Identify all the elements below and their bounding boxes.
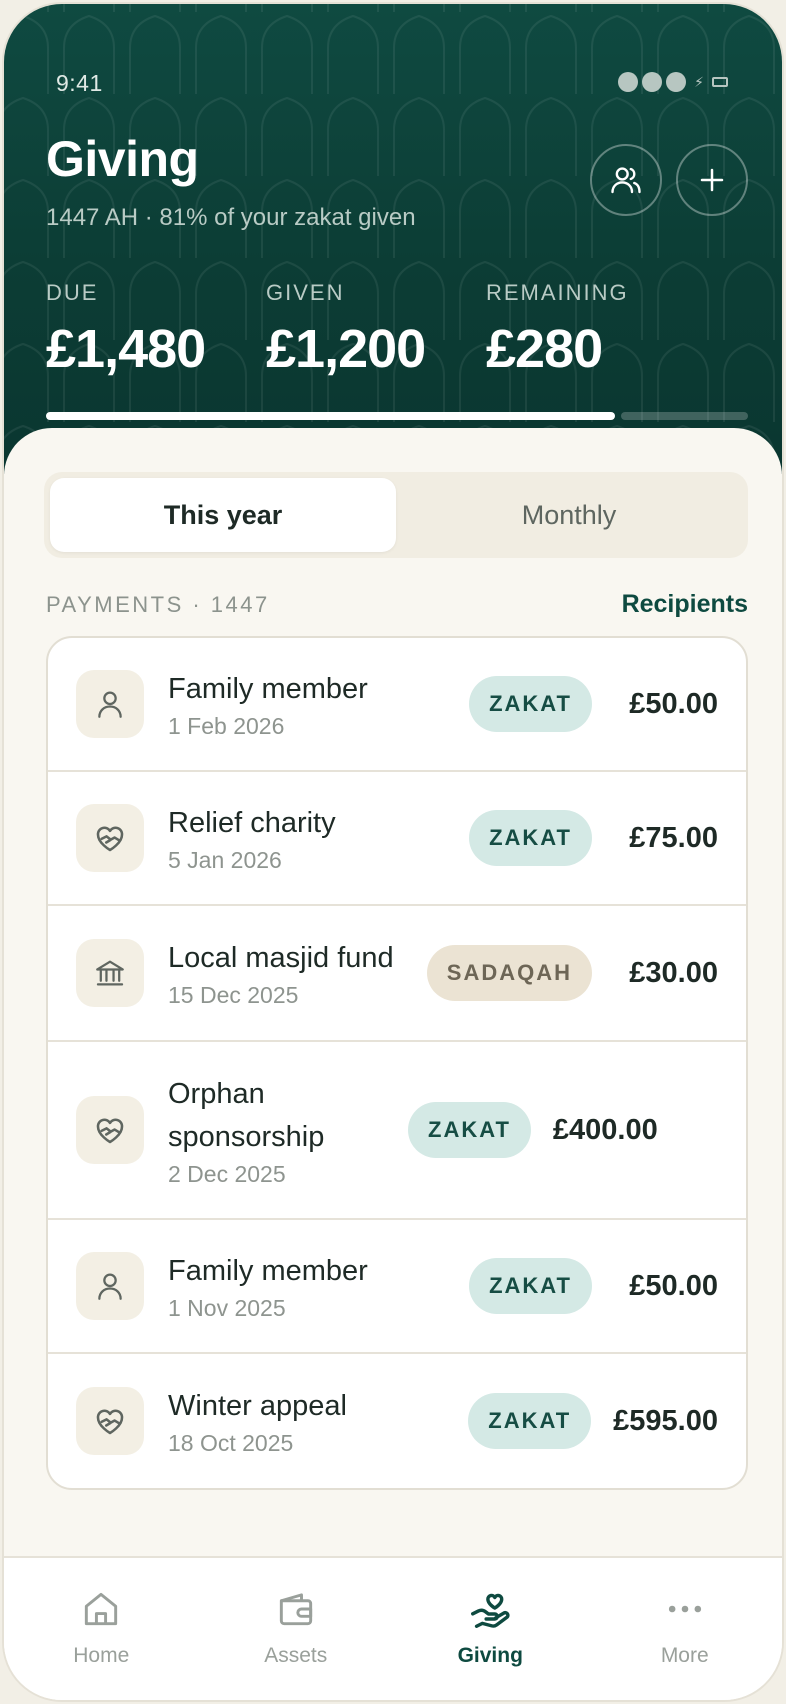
nav-assets[interactable]: Assets (199, 1558, 394, 1700)
payment-row[interactable]: Family member 1 Nov 2025 ZAKAT £50.00 (48, 1220, 746, 1354)
stat-value: £280 (486, 319, 603, 379)
payment-date: 5 Jan 2026 (168, 847, 282, 873)
recipient-icon-box (76, 1252, 144, 1320)
nav-more[interactable]: More (588, 1558, 783, 1700)
recipient-icon-box (76, 1387, 144, 1455)
heart-hand-icon (92, 820, 128, 856)
payment-text: Family member 1 Nov 2025 (168, 1250, 469, 1322)
payment-row[interactable]: Orphan sponsorship 2 Dec 2025 ZAKAT £400.00 (48, 1042, 746, 1220)
recipient-name: Relief charity (168, 807, 336, 839)
stat-value: £1,480 (46, 319, 206, 379)
payment-amount: £30.00 (629, 956, 718, 989)
recipient-name: Orphan sponsorship (168, 1077, 325, 1153)
signal-dot-icon (666, 72, 687, 92)
payment-amount: £400.00 (552, 1113, 658, 1146)
recipient-icon-box (76, 670, 144, 738)
recipient-icon-box (76, 939, 144, 1007)
stat-given: GIVEN £1,200 (266, 280, 486, 380)
progress-fill (46, 412, 615, 420)
tab-monthly[interactable]: Monthly (396, 478, 742, 552)
content-sheet: This year Monthly PAYMENTS · 1447 Recipi… (4, 428, 782, 1700)
section-header: PAYMENTS · 1447 Recipients (46, 590, 748, 619)
status-indicators: ⚡ (618, 72, 728, 92)
stat-label: REMAINING (486, 280, 629, 305)
payment-type-badge: ZAKAT (469, 810, 592, 866)
zakat-stats: DUE £1,480 GIVEN £1,200 REMAINING £280 (46, 280, 706, 380)
stat-remaining: REMAINING £280 (486, 280, 706, 380)
payment-text: Local masjid fund 15 Dec 2025 (168, 937, 427, 1009)
nav-giving[interactable]: Giving (393, 1558, 588, 1700)
header: 9:41 ⚡ Giving 1447 AH · 81% of your zaka… (4, 4, 782, 474)
add-payment-button[interactable] (676, 144, 748, 216)
recipient-icon-box (76, 1096, 144, 1164)
phone-screen: 9:41 ⚡ Giving 1447 AH · 81% of your zaka… (2, 2, 784, 1702)
payment-row[interactable]: Relief charity 5 Jan 2026 ZAKAT £75.00 (48, 772, 746, 906)
payment-type-badge: ZAKAT (468, 1393, 592, 1449)
person-icon (93, 687, 127, 721)
wallet-icon (274, 1586, 318, 1632)
giving-hand-icon (467, 1586, 513, 1632)
recipient-name: Family member (168, 1255, 368, 1287)
payment-list: Family member 1 Feb 2026 ZAKAT £50.00 Relief… (46, 636, 748, 1490)
nav-label: More (660, 1644, 709, 1667)
stat-label: DUE (46, 280, 99, 305)
signal-dot-icon (618, 72, 639, 92)
recipient-name: Local masjid fund (168, 942, 394, 974)
page-subtitle: 1447 AH · 81% of your zakat given (46, 204, 416, 231)
payment-amount: £50.00 (629, 1269, 718, 1302)
payment-row[interactable]: Family member 1 Feb 2026 ZAKAT £50.00 (48, 638, 746, 772)
payment-date: 15 Dec 2025 (168, 982, 299, 1008)
nav-label: Giving (457, 1644, 523, 1667)
payment-type-badge: ZAKAT (408, 1102, 531, 1158)
period-segmented-control: This year Monthly (44, 472, 748, 558)
payment-type-badge: ZAKAT (469, 676, 592, 732)
payment-amount: £75.00 (629, 821, 718, 854)
section-label: PAYMENTS · 1447 (46, 591, 270, 617)
payment-row[interactable]: Winter appeal 18 Oct 2025 ZAKAT £595.00 (48, 1354, 746, 1488)
stat-label: GIVEN (266, 280, 345, 305)
more-icon (663, 1586, 707, 1632)
status-time: 9:41 (56, 70, 103, 96)
recipients-link[interactable]: Recipients (622, 590, 748, 619)
nav-label: Home (73, 1644, 130, 1667)
battery-icon (712, 77, 728, 87)
nav-home[interactable]: Home (4, 1558, 199, 1700)
heart-hand-icon (92, 1403, 128, 1439)
stat-due: DUE £1,480 (46, 280, 266, 380)
page-title: Giving (46, 131, 199, 187)
payment-amount: £50.00 (629, 687, 718, 720)
bank-icon (93, 956, 127, 990)
people-icon (611, 167, 641, 194)
payment-type-badge: SADAQAH (426, 945, 592, 1001)
payment-date: 18 Oct 2025 (168, 1430, 294, 1456)
recipient-icon-box (76, 804, 144, 872)
nav-label: Assets (264, 1644, 328, 1667)
progress-remaining (621, 412, 748, 420)
payment-text: Orphan sponsorship 2 Dec 2025 (168, 1073, 408, 1188)
signal-dot-icon (642, 72, 663, 92)
stat-value: £1,200 (266, 319, 426, 379)
person-icon (93, 1269, 127, 1303)
charging-icon: ⚡ (694, 73, 704, 90)
recipient-name: Family member (168, 673, 368, 705)
payment-date: 1 Nov 2025 (168, 1295, 286, 1321)
tab-this-year[interactable]: This year (50, 478, 396, 552)
payment-row[interactable]: Local masjid fund 15 Dec 2025 SADAQAH £30.0… (48, 906, 746, 1042)
recipient-name: Winter appeal (168, 1390, 347, 1422)
heart-hand-icon (92, 1112, 128, 1148)
payment-amount: £595.00 (613, 1404, 718, 1437)
plus-icon (700, 168, 724, 192)
zakat-progress-bar (46, 412, 748, 420)
payment-text: Family member 1 Feb 2026 (168, 668, 469, 740)
payment-text: Winter appeal 18 Oct 2025 (168, 1385, 468, 1457)
payment-text: Relief charity 5 Jan 2026 (168, 802, 469, 874)
recipients-button[interactable] (590, 144, 662, 216)
payment-date: 1 Feb 2026 (168, 713, 285, 739)
payment-date: 2 Dec 2025 (168, 1160, 286, 1187)
home-icon (79, 1586, 123, 1632)
bottom-nav: Home Assets Giving More (4, 1556, 783, 1700)
payment-type-badge: ZAKAT (469, 1258, 592, 1314)
